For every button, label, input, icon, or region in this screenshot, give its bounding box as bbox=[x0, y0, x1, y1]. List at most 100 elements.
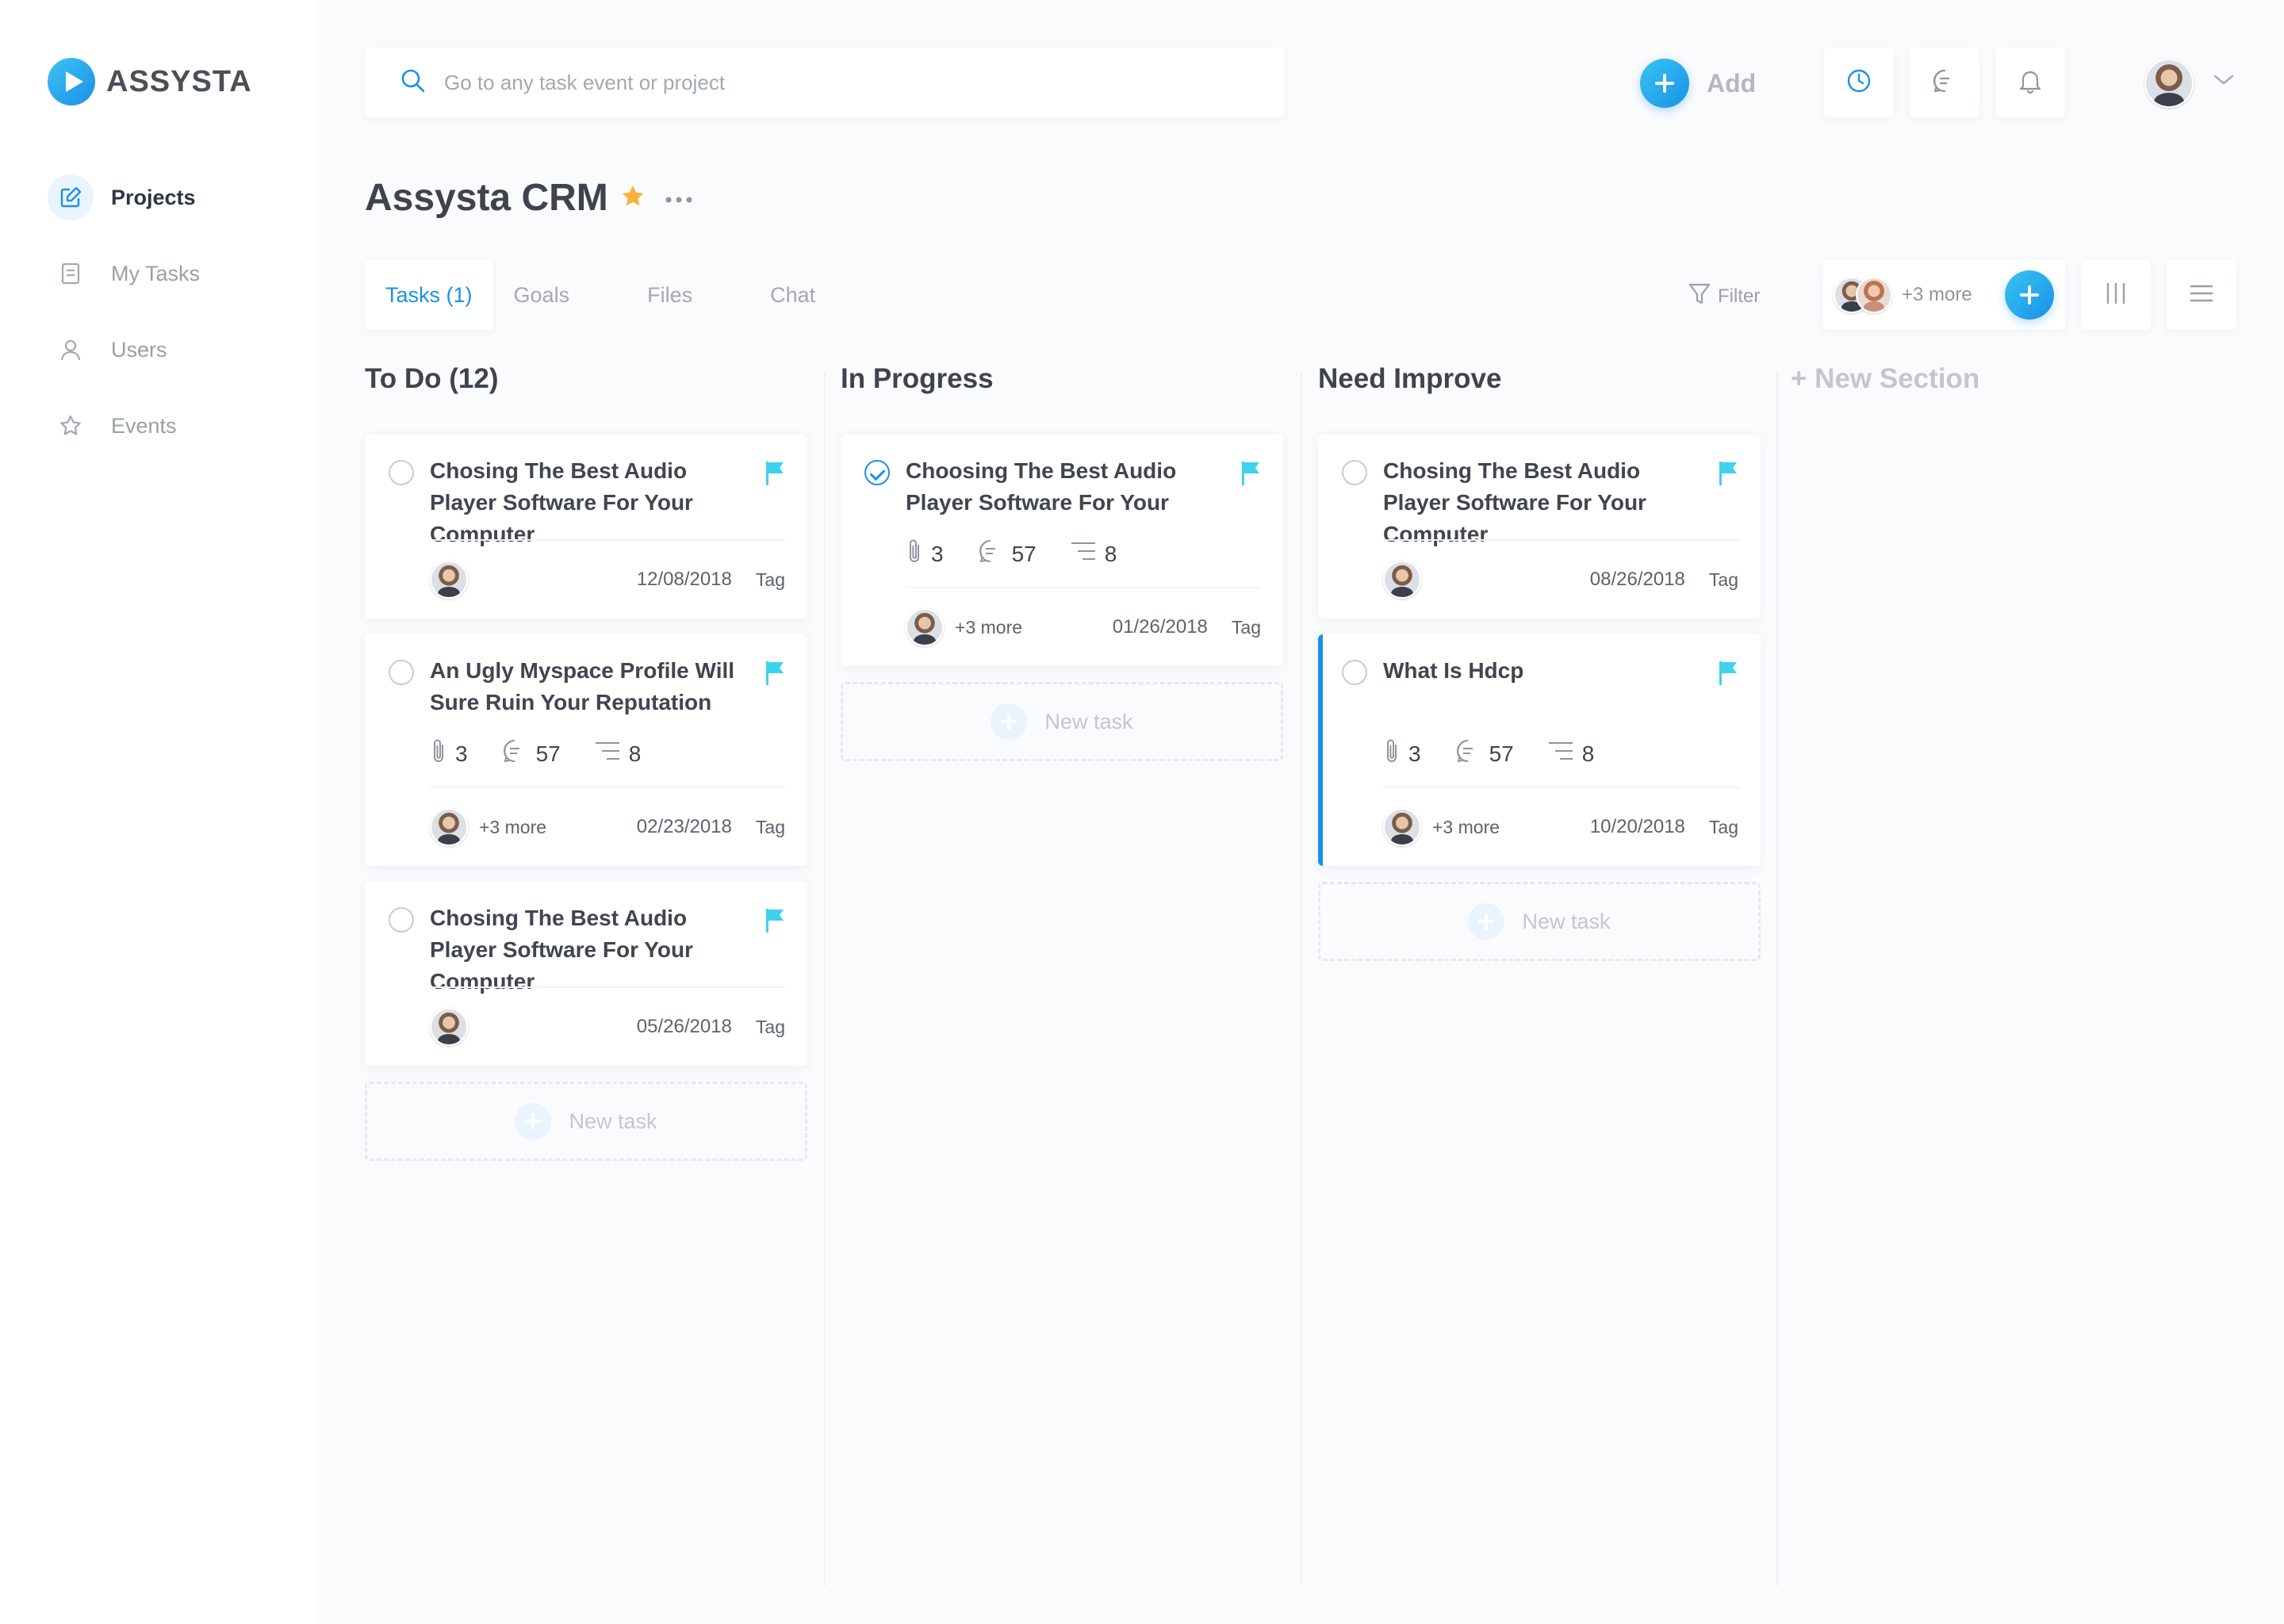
task-tag[interactable]: Tag bbox=[1709, 817, 1738, 838]
flag-icon[interactable] bbox=[1718, 660, 1738, 691]
task-checkbox[interactable] bbox=[389, 460, 414, 485]
due-date: 12/08/2018 bbox=[636, 569, 732, 590]
tab-tasks[interactable]: Tasks (1) bbox=[365, 260, 493, 330]
list-view-button[interactable] bbox=[2167, 260, 2236, 330]
task-checkbox[interactable] bbox=[1342, 660, 1367, 685]
card-footer: +3 more 01/26/2018 Tag bbox=[906, 607, 1261, 647]
flag-icon[interactable] bbox=[1718, 460, 1738, 491]
task-tag[interactable]: Tag bbox=[756, 817, 785, 838]
comments-value: 57 bbox=[535, 741, 561, 766]
flag-icon[interactable] bbox=[1240, 460, 1261, 491]
comments-value: 57 bbox=[1011, 541, 1037, 566]
favorite-star-icon[interactable] bbox=[620, 184, 646, 213]
member-avatar bbox=[1856, 277, 1892, 313]
tab-goals[interactable]: Goals bbox=[514, 260, 570, 330]
new-section-button[interactable]: + New Section bbox=[1791, 363, 1979, 395]
task-checkbox[interactable] bbox=[389, 907, 414, 933]
new-task-button[interactable]: New task bbox=[365, 1082, 807, 1161]
subtasks-value: 8 bbox=[1104, 541, 1117, 566]
assignees-more: +3 more bbox=[479, 816, 547, 837]
flag-icon[interactable] bbox=[765, 460, 785, 491]
clock-button[interactable] bbox=[1824, 48, 1894, 117]
due-date: 08/26/2018 bbox=[1589, 569, 1685, 590]
assignee-avatar bbox=[430, 561, 468, 599]
chevron-down-icon[interactable] bbox=[2213, 73, 2235, 91]
add-member-button[interactable] bbox=[2005, 270, 2054, 320]
due-date: 10/20/2018 bbox=[1589, 816, 1685, 837]
sidebar-item-projects[interactable]: Projects bbox=[48, 174, 200, 220]
sidebar-item-users[interactable]: Users bbox=[48, 327, 200, 373]
card-divider bbox=[1383, 539, 1738, 541]
comment-icon bbox=[1454, 737, 1481, 770]
attachments-value: 3 bbox=[455, 741, 468, 766]
sidebar-nav: Projects My Tasks Users Events bbox=[48, 174, 200, 479]
comments-count: 57 bbox=[977, 538, 1037, 570]
plus-icon bbox=[991, 703, 1028, 740]
task-tag[interactable]: Tag bbox=[1232, 617, 1261, 638]
card-divider bbox=[906, 587, 1261, 588]
new-task-label: New task bbox=[1522, 909, 1611, 933]
column-divider bbox=[1301, 373, 1302, 1586]
task-card[interactable]: An Ugly Myspace Profile Will Sure Ruin Y… bbox=[365, 634, 807, 866]
flag-icon[interactable] bbox=[765, 660, 785, 691]
task-title: Chosing The Best Audio Player Software F… bbox=[430, 458, 693, 546]
attachments-count: 3 bbox=[430, 737, 468, 770]
task-title: What Is Hdcp bbox=[1383, 658, 1524, 683]
sidebar-item-label: Events bbox=[111, 413, 177, 438]
attachments-count: 3 bbox=[906, 538, 944, 570]
task-tag[interactable]: Tag bbox=[1709, 569, 1738, 591]
task-card[interactable]: Chosing The Best Audio Player Software F… bbox=[1318, 435, 1761, 619]
paperclip-icon bbox=[430, 737, 447, 770]
column-title-in-progress: In Progress bbox=[841, 363, 994, 394]
user-avatar[interactable] bbox=[2144, 59, 2194, 108]
clock-icon bbox=[1845, 67, 1872, 98]
project-members[interactable]: +3 more bbox=[1822, 260, 2065, 330]
more-options-icon[interactable] bbox=[665, 193, 693, 208]
task-title: Choosing The Best Audio Player Software … bbox=[906, 458, 1177, 515]
board-view-button[interactable] bbox=[2081, 260, 2151, 330]
search-input[interactable]: Go to any task event or project bbox=[444, 71, 725, 95]
tab-chat[interactable]: Chat bbox=[770, 260, 815, 330]
task-tag[interactable]: Tag bbox=[756, 1017, 785, 1038]
members-more-count: +3 more bbox=[1902, 284, 1972, 305]
task-title: Chosing The Best Audio Player Software F… bbox=[1383, 458, 1646, 546]
task-card[interactable]: Chosing The Best Audio Player Software F… bbox=[365, 435, 807, 619]
comments-count: 57 bbox=[501, 737, 561, 770]
subtasks-value: 8 bbox=[1581, 741, 1595, 766]
comments-count: 57 bbox=[1454, 737, 1514, 770]
plus-icon bbox=[1640, 59, 1689, 108]
notifications-button[interactable] bbox=[1995, 48, 2065, 117]
comment-icon bbox=[977, 538, 1004, 570]
chat-icon bbox=[1931, 67, 1958, 98]
task-card[interactable]: Chosing The Best Audio Player Software F… bbox=[365, 882, 807, 1066]
task-checkbox[interactable] bbox=[1342, 460, 1367, 485]
search-bar[interactable]: Go to any task event or project bbox=[365, 48, 1285, 117]
logo-text: ASSYSTA bbox=[106, 64, 252, 98]
comment-icon bbox=[501, 737, 528, 770]
sidebar-item-events[interactable]: Events bbox=[48, 403, 200, 449]
new-task-button[interactable]: New task bbox=[841, 682, 1283, 761]
tab-files[interactable]: Files bbox=[647, 260, 692, 330]
add-button[interactable]: Add bbox=[1640, 59, 1756, 108]
due-date: 05/26/2018 bbox=[636, 1016, 732, 1037]
search-icon bbox=[400, 67, 427, 98]
task-checkbox[interactable] bbox=[389, 660, 414, 685]
logo[interactable]: ASSYSTA bbox=[48, 58, 252, 105]
sidebar-item-my-tasks[interactable]: My Tasks bbox=[48, 251, 200, 297]
attachments-value: 3 bbox=[931, 541, 944, 566]
task-title: An Ugly Myspace Profile Will Sure Ruin Y… bbox=[430, 658, 735, 714]
task-checkbox-checked[interactable] bbox=[864, 460, 890, 485]
due-date: 02/23/2018 bbox=[636, 816, 732, 837]
messages-button[interactable] bbox=[1910, 48, 1979, 117]
assignee-avatar bbox=[1383, 808, 1421, 846]
filter-button[interactable]: Filter bbox=[1688, 282, 1760, 311]
assignee-avatar bbox=[430, 808, 468, 846]
flag-icon[interactable] bbox=[765, 907, 785, 938]
task-card[interactable]: Choosing The Best Audio Player Software … bbox=[841, 435, 1283, 666]
list-icon bbox=[2188, 280, 2215, 311]
task-card-selected[interactable]: What Is Hdcp 3 57 8 +3 more 10/20/2018 T… bbox=[1318, 634, 1761, 866]
task-tag[interactable]: Tag bbox=[756, 569, 785, 591]
new-task-button[interactable]: New task bbox=[1318, 882, 1761, 961]
card-footer: 05/26/2018 Tag bbox=[430, 1007, 785, 1047]
task-title: Chosing The Best Audio Player Software F… bbox=[430, 906, 693, 994]
